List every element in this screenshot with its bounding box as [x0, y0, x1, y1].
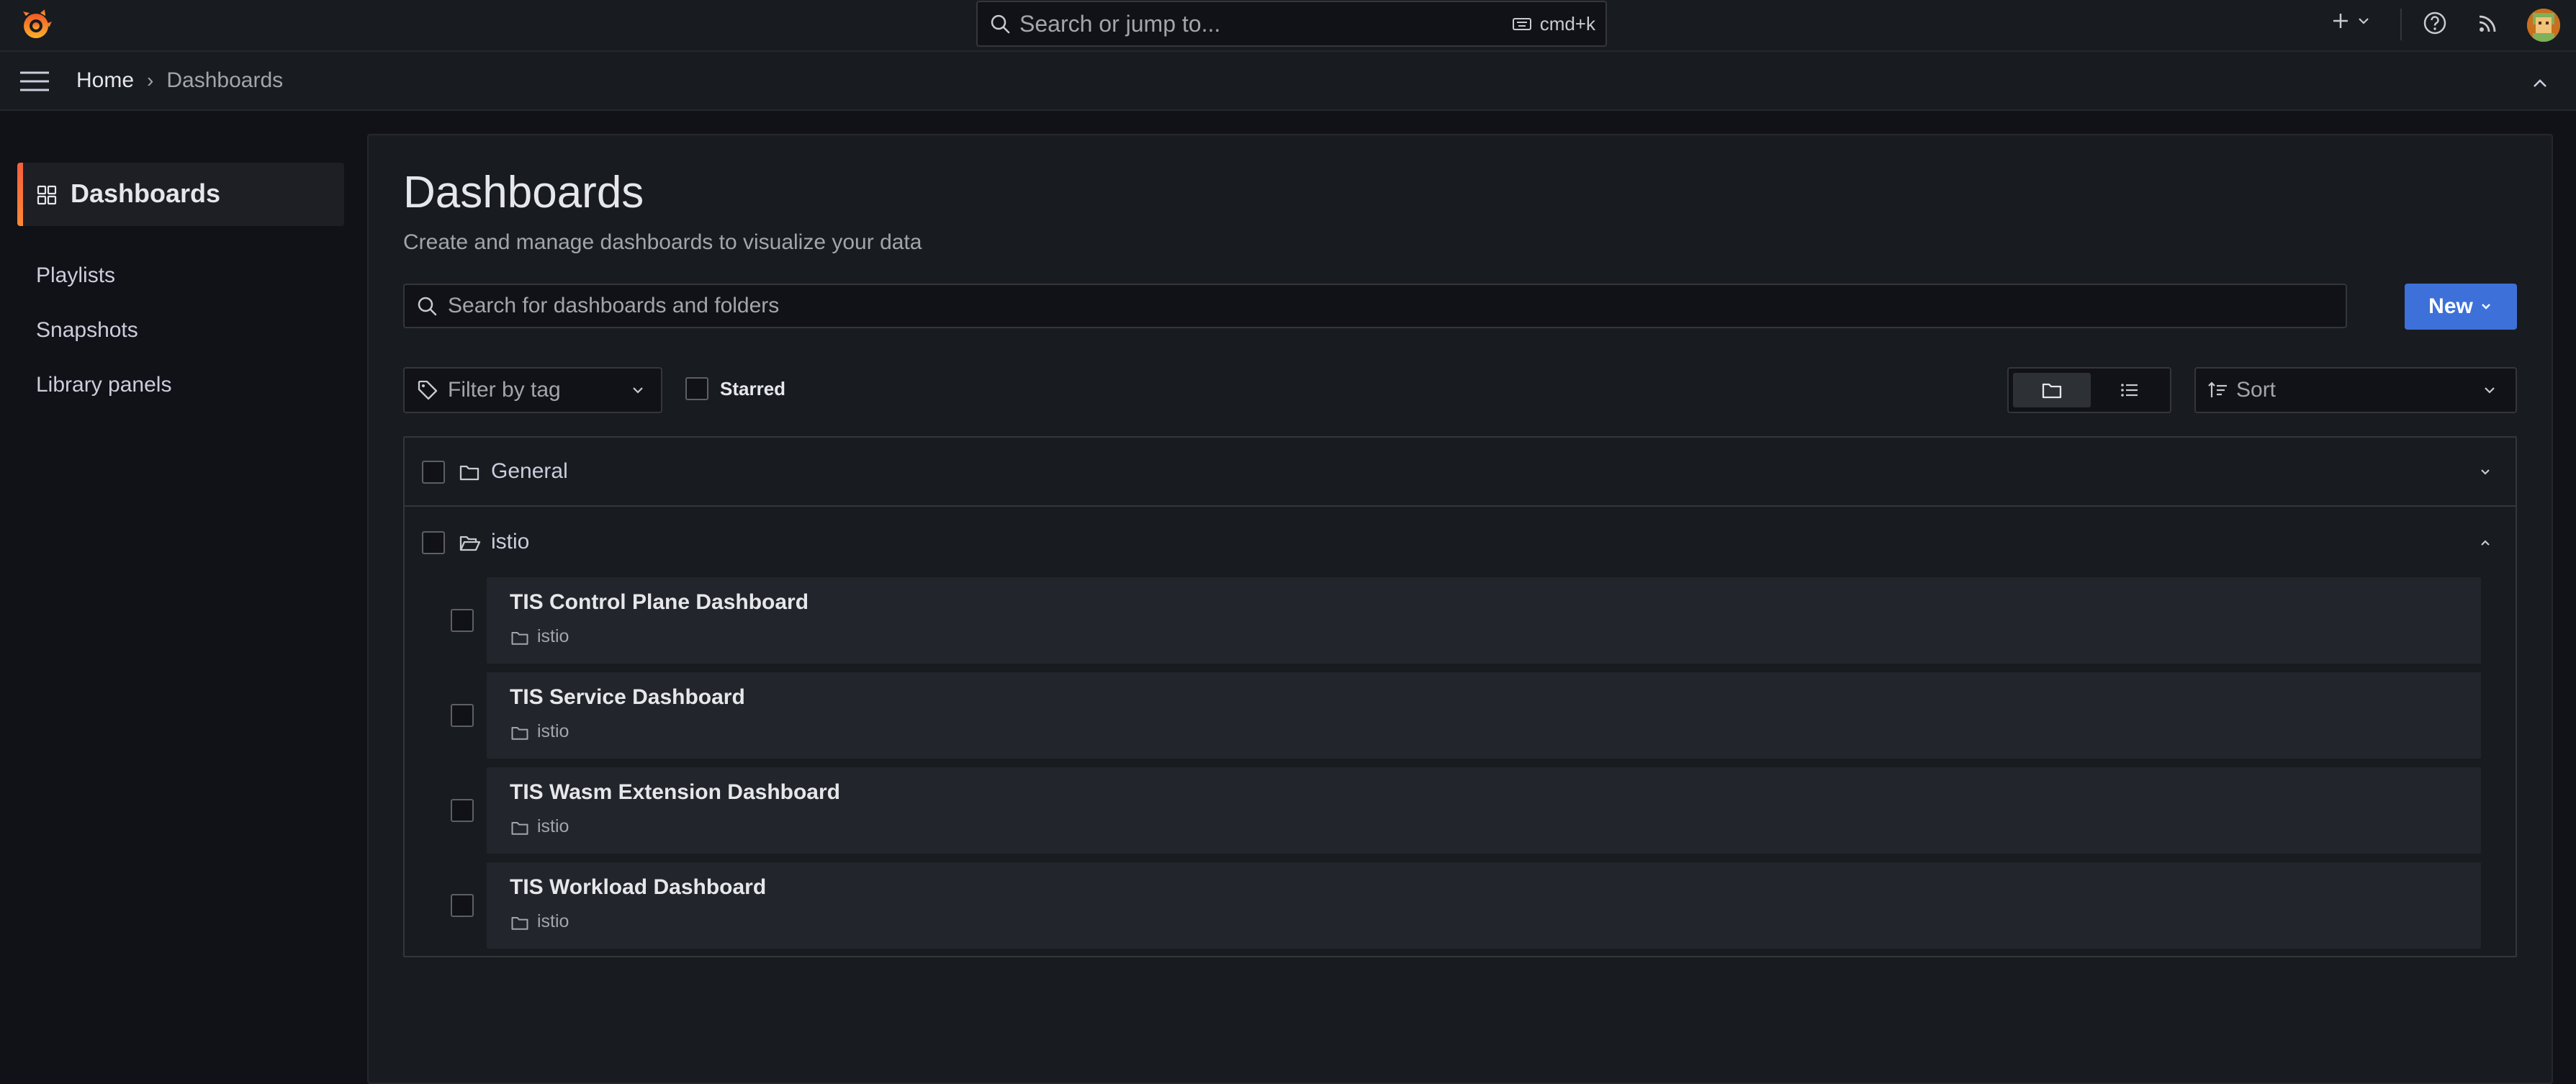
filter-by-tag-label: Filter by tag [448, 378, 561, 402]
folder-checkbox[interactable] [422, 461, 445, 484]
folder-name: General [491, 459, 568, 483]
breadcrumb-home-link[interactable]: Home [76, 68, 134, 93]
search-icon [989, 13, 1011, 35]
dashboard-row: TIS Control Plane Dashboard istio [405, 577, 2516, 664]
global-search-input[interactable]: Search or jump to... cmd+k [976, 1, 1607, 47]
grafana-logo-icon[interactable] [19, 7, 53, 42]
starred-checkbox[interactable] [685, 377, 708, 400]
new-button-label: New [2428, 294, 2473, 318]
dashboard-row: TIS Wasm Extension Dashboard istio [405, 767, 2516, 854]
dashboard-search-input[interactable]: Search for dashboards and folders [403, 284, 2347, 328]
chevron-down-icon [2479, 299, 2493, 314]
topbar-divider [2400, 9, 2402, 40]
chevron-down-icon[interactable] [2477, 464, 2494, 481]
dashboard-row: TIS Workload Dashboard istio [405, 862, 2516, 949]
folder-row-istio[interactable]: istio [405, 508, 2516, 577]
chevron-down-icon [2356, 13, 2372, 29]
dashboard-title[interactable]: TIS Control Plane Dashboard [510, 590, 809, 615]
list-icon [2118, 379, 2141, 402]
folder-icon [458, 461, 481, 484]
dashboard-folder-name: istio [537, 721, 569, 741]
sidebar-item-dashboards[interactable]: Dashboards [17, 163, 344, 226]
keyboard-icon [1511, 13, 1533, 35]
add-new-menu-button[interactable] [2330, 10, 2372, 32]
breadcrumb: Home › Dashboards [76, 66, 283, 95]
folder-checkbox[interactable] [422, 531, 445, 554]
breadcrumb-current: Dashboards [166, 68, 284, 92]
tag-icon [416, 379, 439, 402]
breadcrumb-separator: › [147, 69, 154, 91]
dashboard-checkbox[interactable] [451, 704, 474, 727]
dashboard-title[interactable]: TIS Wasm Extension Dashboard [510, 780, 840, 805]
folder-row-general[interactable]: General [405, 438, 2516, 507]
sort-label: Sort [2236, 378, 2276, 402]
folder-icon [2040, 379, 2063, 402]
new-button[interactable]: New [2405, 284, 2517, 330]
dashboard-title[interactable]: TIS Workload Dashboard [510, 875, 766, 900]
dashboard-folder-name: istio [537, 911, 569, 931]
dashboard-checkbox[interactable] [451, 799, 474, 822]
search-icon [416, 295, 438, 317]
folder-open-icon [458, 531, 481, 554]
folder-view-button[interactable] [2013, 373, 2091, 407]
rss-icon[interactable] [2474, 9, 2503, 37]
sort-amount-icon [2207, 379, 2229, 401]
help-icon[interactable] [2420, 9, 2449, 37]
active-indicator [17, 163, 23, 226]
dashboards-panel: Dashboards Create and manage dashboards … [367, 134, 2553, 1084]
dashboard-search-placeholder: Search for dashboards and folders [448, 294, 780, 317]
dashboard-card[interactable]: TIS Control Plane Dashboard istio [487, 577, 2481, 664]
dashboard-card[interactable]: TIS Workload Dashboard istio [487, 862, 2481, 949]
sidebar-item-label: Dashboards [71, 179, 221, 208]
chevron-up-icon[interactable] [2477, 534, 2494, 551]
dashboard-folder-name: istio [537, 816, 569, 836]
apps-grid-icon [36, 184, 58, 206]
avatar[interactable] [2527, 9, 2560, 42]
dashboard-title[interactable]: TIS Service Dashboard [510, 685, 745, 710]
folder-icon [510, 723, 530, 743]
starred-filter[interactable]: Starred [685, 377, 785, 400]
page-subtitle: Create and manage dashboards to visualiz… [403, 230, 922, 254]
dashboard-card[interactable]: TIS Service Dashboard istio [487, 672, 2481, 759]
list-view-button[interactable] [2094, 373, 2166, 407]
sidebar-item-snapshots[interactable]: Snapshots [36, 318, 138, 343]
folder-icon [510, 913, 530, 933]
dashboard-checkbox[interactable] [451, 894, 474, 917]
dashboard-card[interactable]: TIS Wasm Extension Dashboard istio [487, 767, 2481, 854]
sidebar-item-playlists[interactable]: Playlists [36, 263, 115, 288]
chevron-down-icon [2481, 381, 2498, 399]
section-sidebar: Dashboards Playlists Snapshots Library p… [0, 111, 367, 1072]
folder-icon [510, 628, 530, 648]
starred-label: Starred [720, 377, 786, 399]
folder-name: istio [491, 530, 530, 554]
shortcut-hint: cmd+k [1539, 12, 1595, 35]
plus-icon [2330, 10, 2351, 32]
chevron-up-icon[interactable] [2527, 71, 2553, 96]
top-bar: Search or jump to... cmd+k [0, 0, 2576, 52]
breadcrumb-bar: Home › Dashboards [0, 52, 2576, 111]
sidebar-item-library-panels[interactable]: Library panels [36, 373, 171, 397]
dashboard-row: TIS Service Dashboard istio [405, 672, 2516, 759]
folder-icon [510, 818, 530, 838]
filter-by-tag-select[interactable]: Filter by tag [403, 367, 662, 413]
view-mode-toggle [2007, 367, 2171, 413]
dashboard-checkbox[interactable] [451, 609, 474, 632]
global-search-placeholder: Search or jump to... [1019, 10, 1221, 37]
menu-toggle-icon[interactable] [19, 69, 50, 94]
folder-list: General istio TIS Control Plane Dashboar… [403, 436, 2517, 957]
chevron-down-icon [629, 381, 647, 399]
sort-select[interactable]: Sort [2194, 367, 2517, 413]
page-title: Dashboards [403, 168, 644, 217]
dashboard-folder-name: istio [537, 626, 569, 646]
